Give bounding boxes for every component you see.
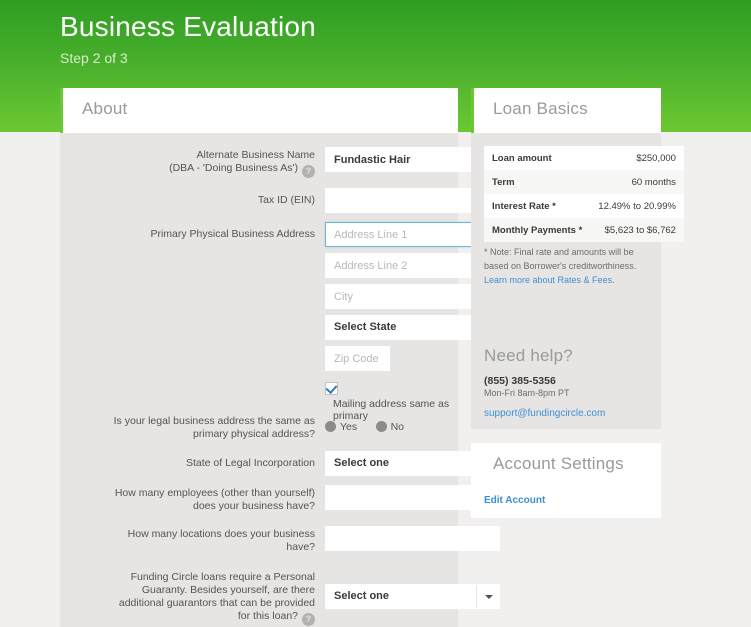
legal-address-radio-group: Yes No: [325, 417, 418, 435]
radio-no-dot[interactable]: [375, 421, 387, 432]
loan-basics-card-header: Loan Basics: [471, 88, 661, 133]
row-key: Loan amount: [484, 146, 591, 170]
account-settings-heading: Account Settings: [493, 454, 624, 473]
row-key: Interest Rate *: [484, 194, 591, 218]
radio-no-label: No: [390, 421, 405, 433]
label-line-1: Funding Circle loans require a Personal: [130, 571, 315, 583]
label-line-4: for this loan?: [237, 610, 298, 622]
label-line-1: Is your legal business address the same …: [113, 415, 315, 427]
header-text-group: Business Evaluation Step 2 of 3: [60, 8, 316, 68]
zip-code-input[interactable]: [325, 346, 390, 371]
note-tail: .: [612, 275, 615, 285]
incorporation-select-value: Select one: [334, 457, 390, 469]
row-value: 12.49% to 20.99%: [590, 194, 684, 218]
label-incorporation-state: State of Legal Incorporation: [185, 457, 315, 469]
support-email-wrap: support@fundingcircle.com: [484, 408, 654, 419]
guarantors-select[interactable]: Select one: [325, 584, 500, 609]
row-value: 60 months: [590, 170, 684, 194]
support-hours: Mon-Fri 8am-8pm PT: [484, 388, 570, 398]
info-icon[interactable]: ?: [302, 165, 315, 178]
support-email-link[interactable]: support@fundingcircle.com: [484, 408, 605, 419]
radio-option-yes[interactable]: Yes: [325, 417, 357, 435]
need-help-heading: Need help?: [484, 346, 573, 365]
label-line-1: Alternate Business Name: [196, 149, 315, 161]
label-line-3: additional guarantors that can be provid…: [118, 597, 315, 609]
label-legal-address-same: Is your legal business address the same …: [70, 415, 315, 441]
row-key: Term: [484, 170, 591, 194]
label-line-2: have?: [286, 541, 315, 553]
rates-note: * Note: Final rate and amounts will be b…: [484, 245, 650, 287]
row-value: $250,000: [590, 146, 684, 170]
select-divider: [476, 585, 477, 608]
page-title: Business Evaluation: [60, 11, 316, 42]
need-help-section: Need help? (855) 385-5356 Mon-Fri 8am-8p…: [484, 346, 654, 419]
info-icon[interactable]: ?: [302, 613, 315, 626]
label-line-2: (DBA - 'Doing Business As'): [169, 162, 298, 174]
row-value: $5,623 to $6,762: [590, 218, 684, 242]
note-text: * Note: Final rate and amounts will be b…: [484, 247, 637, 271]
table-row: Interest Rate * 12.49% to 20.99%: [484, 194, 684, 218]
label-line-1: How many locations does your business: [127, 528, 315, 540]
label-location-count: How many locations does your business ha…: [70, 528, 315, 554]
field-location-count: [325, 526, 500, 551]
accent-bar: [60, 88, 63, 133]
label-employee-count: How many employees (other than yourself)…: [70, 487, 315, 513]
label-line-2: primary physical address?: [193, 428, 315, 440]
edit-account-wrap: Edit Account: [484, 495, 545, 506]
accent-bar: [471, 88, 474, 133]
table-row: Term 60 months: [484, 170, 684, 194]
guarantors-select-value: Select one: [334, 590, 390, 602]
page-root: Business Evaluation Step 2 of 3 About Al…: [0, 0, 751, 627]
loan-basics-table: Loan amount $250,000 Term 60 months Inte…: [484, 146, 684, 242]
rates-and-fees-link[interactable]: Learn more about Rates & Fees: [484, 275, 612, 285]
state-select-value: Select State: [334, 321, 397, 333]
table-row: Loan amount $250,000: [484, 146, 684, 170]
label-line-2: Guaranty. Besides yourself, are there: [141, 584, 315, 596]
label-alternate-business-name: Alternate Business Name (DBA - 'Doing Bu…: [70, 149, 315, 178]
about-heading: About: [82, 99, 128, 118]
loan-basics-heading: Loan Basics: [493, 99, 588, 118]
step-indicator: Step 2 of 3: [60, 50, 128, 66]
field-zip: [325, 346, 390, 371]
row-key: Monthly Payments *: [484, 218, 591, 242]
label-guarantors: Funding Circle loans require a Personal …: [70, 571, 315, 626]
edit-account-link[interactable]: Edit Account: [484, 495, 545, 506]
label-line-2: does your business have?: [193, 500, 315, 512]
account-settings-card-header: Account Settings: [471, 443, 661, 488]
label-primary-address: Primary Physical Business Address: [150, 228, 315, 240]
label-tax-id: Tax ID (EIN): [257, 194, 315, 206]
field-guarantors: Select one: [325, 584, 500, 609]
radio-yes-dot[interactable]: [325, 421, 336, 432]
location-count-input[interactable]: [325, 526, 500, 551]
chevron-down-icon: [485, 595, 493, 599]
loan-basics-card-body: Loan amount $250,000 Term 60 months Inte…: [471, 133, 684, 429]
radio-yes-label: Yes: [340, 421, 358, 433]
account-settings-card-body: Edit Account: [471, 488, 661, 518]
radio-option-no[interactable]: No: [375, 417, 405, 435]
label-line-1: How many employees (other than yourself): [114, 487, 315, 499]
table-row: Monthly Payments * $5,623 to $6,762: [484, 218, 684, 242]
about-card-body: Alternate Business Name (DBA - 'Doing Bu…: [60, 133, 500, 627]
support-phone: (855) 385-5356: [484, 375, 556, 387]
about-card-header: About: [60, 88, 458, 133]
mailing-same-checkbox[interactable]: [325, 382, 338, 395]
